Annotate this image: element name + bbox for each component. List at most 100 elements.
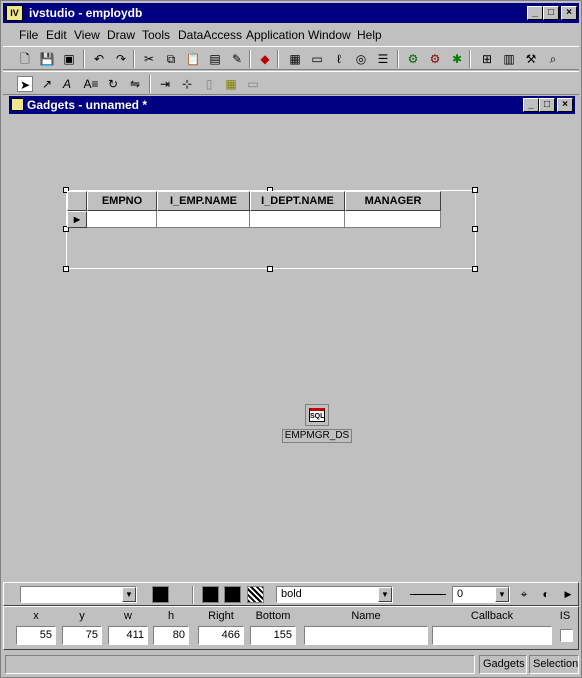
data-grid-gadget[interactable]: EMPNO I_EMP.NAME I_DEPT.NAME MANAGER ▶ [67,191,443,228]
sql-icon-glyph: SQL [309,408,325,422]
column-header-manager[interactable]: MANAGER [345,191,441,211]
list-icon[interactable]: ☰ [375,51,391,67]
grid-cell[interactable] [345,211,441,228]
resize-handle-sw[interactable] [63,266,69,272]
record-icon[interactable]: ◆ [257,51,273,67]
menu-draw[interactable]: Draw [107,28,135,42]
script-icon[interactable]: ℓ [331,51,347,67]
name-field[interactable] [304,626,428,645]
fill-color-swatch[interactable] [202,586,219,603]
undo-icon[interactable]: ↶ [91,51,107,67]
resize-handle-e[interactable] [472,226,478,232]
text-tool-icon[interactable]: A [59,76,75,92]
dropdown-arrow-icon[interactable]: ▼ [495,587,509,602]
node-edit-icon[interactable]: ↗ [39,76,55,92]
tools-icon[interactable]: ⚒ [523,51,539,67]
zoom-icon[interactable]: ⌕ [545,51,561,67]
copy-icon[interactable]: ⧉ [163,51,179,67]
y-field[interactable]: 75 [62,626,102,645]
gadget-icon[interactable]: ▦ [287,51,303,67]
build-icon[interactable]: ✱ [449,51,465,67]
flip-icon[interactable]: ⇋ [127,76,143,92]
resize-handle-s[interactable] [267,266,273,272]
line-style-sample[interactable] [410,594,446,595]
fill-mode-icon[interactable]: ◐ [538,586,554,602]
w-field[interactable]: 411 [108,626,148,645]
menu-window[interactable]: Window [308,28,351,42]
resize-handle-se[interactable] [472,266,478,272]
layout-icon[interactable]: ▥ [501,51,517,67]
menu-view[interactable]: View [74,28,100,42]
cut-icon[interactable]: ✂ [141,51,157,67]
link-icon[interactable]: ▭ [245,76,261,92]
toolbar-separator [397,50,399,68]
column-header-dept-name[interactable]: I_DEPT.NAME [250,191,345,211]
menu-file[interactable]: File [19,28,38,42]
menu-edit[interactable]: Edit [46,28,67,42]
label-is: IS [559,610,571,622]
bottom-field[interactable]: 155 [250,626,296,645]
paste-icon[interactable]: 📋 [185,51,201,67]
column-header-emp-name[interactable]: I_EMP.NAME [157,191,250,211]
menu-help[interactable]: Help [357,28,382,42]
grid-cell[interactable] [250,211,345,228]
arrow-style-icon[interactable]: ⌖ [516,586,532,602]
datasource-label[interactable]: EMPMGR_DS [282,429,352,443]
child-window-icon [11,98,24,111]
scroll-right-icon[interactable]: ▶ [560,586,576,602]
font-style-value: bold [281,588,302,600]
align-icon[interactable]: ⇥ [157,76,173,92]
dropdown-arrow-icon[interactable]: ▼ [122,587,136,602]
select-arrow-icon[interactable]: ➤ [17,76,33,92]
foreground-color-swatch[interactable] [152,586,169,603]
menu-tools[interactable]: Tools [142,28,170,42]
attribute-bar: ▼ bold ▼ 0 ▼ ⌖ ◐ ▶ [3,582,579,606]
title-bar[interactable]: IV ivstudio - employdb _ □ × [3,3,579,23]
is-checkbox[interactable] [560,629,573,642]
run-icon[interactable]: ⚙ [405,51,421,67]
font-combo[interactable]: ▼ [20,586,137,603]
new-file-icon[interactable]: 🗋 [17,51,33,67]
snap-icon[interactable]: ⊹ [179,76,195,92]
ruler-icon[interactable]: ▯ [201,76,217,92]
column-header-empno[interactable]: EMPNO [87,191,157,211]
debug-icon[interactable]: ⚙ [427,51,443,67]
save-icon[interactable]: 💾 [39,51,55,67]
eraser-icon[interactable]: ✎ [229,51,245,67]
rotate-icon[interactable]: ↻ [105,76,121,92]
form-icon[interactable]: ▭ [309,51,325,67]
x-field[interactable]: 55 [16,626,56,645]
text-format-icon[interactable]: A≡ [83,76,99,92]
design-canvas[interactable]: EMPNO I_EMP.NAME I_DEPT.NAME MANAGER ▶ S… [9,115,575,578]
menu-dataaccess[interactable]: DataAccess [178,28,242,42]
toolbar-separator [83,50,85,68]
grid-toggle-icon[interactable]: ▦ [223,76,239,92]
redo-icon[interactable]: ↷ [113,51,129,67]
row-indicator-icon[interactable]: ▶ [67,211,87,228]
line-width-combo[interactable]: 0 ▼ [452,586,510,603]
close-button[interactable]: × [561,6,577,20]
inspector-icon[interactable]: ◎ [353,51,369,67]
child-maximize-button[interactable]: □ [539,98,555,112]
paste-special-icon[interactable]: ▤ [207,51,223,67]
child-close-button[interactable]: × [557,98,573,112]
child-minimize-button[interactable]: _ [523,98,539,112]
callback-field[interactable] [432,626,552,645]
minimize-button[interactable]: _ [527,6,543,20]
font-style-combo[interactable]: bold ▼ [276,586,393,603]
right-field[interactable]: 466 [198,626,244,645]
resize-handle-ne[interactable] [472,187,478,193]
pattern-swatch[interactable] [247,586,264,603]
draw-toolbar: ➤ ↗ A A≡ ↻ ⇋ ⇥ ⊹ ▯ ▦ ▭ [3,71,579,95]
menu-application[interactable]: Application [246,28,305,42]
background-color-swatch[interactable] [224,586,241,603]
sql-datasource-icon[interactable]: SQL [305,404,329,426]
grid-icon[interactable]: ⊞ [479,51,495,67]
child-title-bar[interactable]: Gadgets - unnamed * _ □ × [9,96,575,114]
save-all-icon[interactable]: ▣ [61,51,77,67]
dropdown-arrow-icon[interactable]: ▼ [378,587,392,602]
h-field[interactable]: 80 [153,626,189,645]
maximize-button[interactable]: □ [543,6,559,20]
grid-cell[interactable] [157,211,250,228]
grid-cell[interactable] [87,211,157,228]
